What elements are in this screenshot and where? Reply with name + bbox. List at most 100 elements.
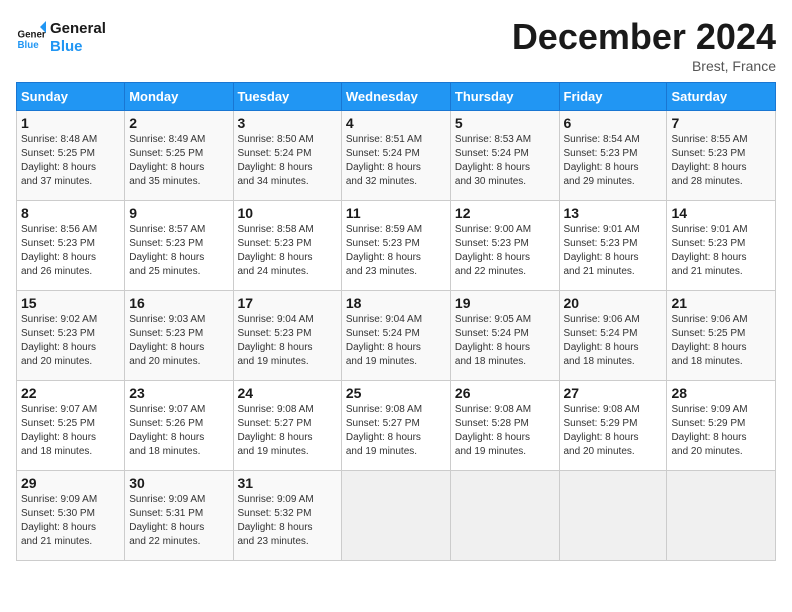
- day-detail: Sunrise: 8:56 AMSunset: 5:23 PMDaylight:…: [21, 223, 120, 279]
- day-cell: 7 Sunrise: 8:55 AMSunset: 5:23 PMDaylight…: [667, 111, 776, 201]
- day-detail: Sunrise: 8:58 AMSunset: 5:23 PMDaylight:…: [238, 223, 337, 279]
- day-detail: Sunrise: 9:08 AMSunset: 5:29 PMDaylight:…: [564, 403, 663, 459]
- day-cell: 9 Sunrise: 8:57 AMSunset: 5:23 PMDaylight…: [125, 201, 233, 291]
- day-cell: 17 Sunrise: 9:04 AMSunset: 5:23 PMDayligh…: [233, 291, 341, 381]
- day-detail: Sunrise: 9:09 AMSunset: 5:31 PMDaylight:…: [129, 493, 228, 549]
- day-cell: 11 Sunrise: 8:59 AMSunset: 5:23 PMDayligh…: [341, 201, 450, 291]
- day-cell: 28 Sunrise: 9:09 AMSunset: 5:29 PMDayligh…: [667, 381, 776, 471]
- day-cell: 24 Sunrise: 9:08 AMSunset: 5:27 PMDayligh…: [233, 381, 341, 471]
- day-cell: [450, 471, 559, 561]
- day-cell: 18 Sunrise: 9:04 AMSunset: 5:24 PMDayligh…: [341, 291, 450, 381]
- day-cell: 25 Sunrise: 9:08 AMSunset: 5:27 PMDayligh…: [341, 381, 450, 471]
- day-cell: [559, 471, 667, 561]
- day-cell: 10Sunrise: 8:58 AMSunset: 5:23 PMDayligh…: [233, 201, 341, 291]
- day-cell: 1Sunrise: 8:48 AMSunset: 5:25 PMDaylight…: [17, 111, 125, 201]
- svg-text:General: General: [18, 30, 47, 41]
- day-cell: 26Sunrise: 9:08 AMSunset: 5:28 PMDayligh…: [450, 381, 559, 471]
- day-number: 3: [238, 115, 337, 131]
- day-detail: Sunrise: 8:59 AMSunset: 5:23 PMDaylight:…: [346, 223, 446, 279]
- logo-icon: General Blue: [16, 21, 46, 51]
- day-cell: 20Sunrise: 9:06 AMSunset: 5:24 PMDayligh…: [559, 291, 667, 381]
- day-number: 11: [346, 205, 446, 221]
- day-detail: Sunrise: 9:07 AMSunset: 5:26 PMDaylight:…: [129, 403, 228, 459]
- day-cell: 2Sunrise: 8:49 AMSunset: 5:25 PMDaylight…: [125, 111, 233, 201]
- day-cell: 13 Sunrise: 9:01 AMSunset: 5:23 PMDayligh…: [559, 201, 667, 291]
- day-detail: Sunrise: 9:00 AMSunset: 5:23 PMDaylight:…: [455, 223, 555, 279]
- day-detail: Sunrise: 8:50 AMSunset: 5:24 PMDaylight:…: [238, 133, 337, 189]
- day-cell: 8 Sunrise: 8:56 AMSunset: 5:23 PMDaylight…: [17, 201, 125, 291]
- day-number: 13: [564, 205, 663, 221]
- week-row-0: 1Sunrise: 8:48 AMSunset: 5:25 PMDaylight…: [17, 111, 776, 201]
- day-detail: Sunrise: 8:48 AMSunset: 5:25 PMDaylight:…: [21, 133, 120, 189]
- day-cell: [341, 471, 450, 561]
- day-number: 19: [455, 295, 555, 311]
- day-cell: 21Sunrise: 9:06 AMSunset: 5:25 PMDayligh…: [667, 291, 776, 381]
- day-number: 30: [129, 475, 228, 491]
- day-detail: Sunrise: 9:04 AMSunset: 5:24 PMDaylight:…: [346, 313, 446, 369]
- day-number: 18: [346, 295, 446, 311]
- day-number: 16: [129, 295, 228, 311]
- week-row-2: 15Sunrise: 9:02 AMSunset: 5:23 PMDayligh…: [17, 291, 776, 381]
- day-number: 17: [238, 295, 337, 311]
- day-detail: Sunrise: 9:08 AMSunset: 5:28 PMDaylight:…: [455, 403, 555, 459]
- day-cell: [667, 471, 776, 561]
- week-row-1: 8 Sunrise: 8:56 AMSunset: 5:23 PMDaylight…: [17, 201, 776, 291]
- days-header-row: SundayMondayTuesdayWednesdayThursdayFrid…: [17, 83, 776, 111]
- day-cell: 27 Sunrise: 9:08 AMSunset: 5:29 PMDayligh…: [559, 381, 667, 471]
- day-number: 5: [455, 115, 555, 131]
- day-number: 28: [671, 385, 771, 401]
- logo-blue: Blue: [50, 38, 106, 56]
- day-number: 21: [671, 295, 771, 311]
- header-friday: Friday: [559, 83, 667, 111]
- svg-text:Blue: Blue: [18, 40, 40, 51]
- day-number: 8: [21, 205, 120, 221]
- location: Brest, France: [512, 58, 776, 74]
- logo: General Blue General Blue: [16, 16, 106, 56]
- day-detail: Sunrise: 9:06 AMSunset: 5:24 PMDaylight:…: [564, 313, 663, 369]
- day-number: 29: [21, 475, 120, 491]
- day-cell: 14 Sunrise: 9:01 AMSunset: 5:23 PMDayligh…: [667, 201, 776, 291]
- page-header: General Blue General Blue December 2024 …: [16, 16, 776, 74]
- day-number: 31: [238, 475, 337, 491]
- header-wednesday: Wednesday: [341, 83, 450, 111]
- day-cell: 31 Sunrise: 9:09 AMSunset: 5:32 PMDayligh…: [233, 471, 341, 561]
- day-cell: 3 Sunrise: 8:50 AMSunset: 5:24 PMDaylight…: [233, 111, 341, 201]
- header-thursday: Thursday: [450, 83, 559, 111]
- title-block: December 2024 Brest, France: [512, 16, 776, 74]
- day-number: 6: [564, 115, 663, 131]
- day-cell: 30 Sunrise: 9:09 AMSunset: 5:31 PMDayligh…: [125, 471, 233, 561]
- day-number: 7: [671, 115, 771, 131]
- day-cell: 5Sunrise: 8:53 AMSunset: 5:24 PMDaylight…: [450, 111, 559, 201]
- day-detail: Sunrise: 9:01 AMSunset: 5:23 PMDaylight:…: [671, 223, 771, 279]
- day-cell: 22Sunrise: 9:07 AMSunset: 5:25 PMDayligh…: [17, 381, 125, 471]
- day-number: 12: [455, 205, 555, 221]
- day-detail: Sunrise: 8:54 AMSunset: 5:23 PMDaylight:…: [564, 133, 663, 189]
- day-cell: 16Sunrise: 9:03 AMSunset: 5:23 PMDayligh…: [125, 291, 233, 381]
- day-cell: 12 Sunrise: 9:00 AMSunset: 5:23 PMDayligh…: [450, 201, 559, 291]
- day-detail: Sunrise: 8:57 AMSunset: 5:23 PMDaylight:…: [129, 223, 228, 279]
- day-cell: 6 Sunrise: 8:54 AMSunset: 5:23 PMDaylight…: [559, 111, 667, 201]
- calendar-table: SundayMondayTuesdayWednesdayThursdayFrid…: [16, 82, 776, 561]
- day-number: 24: [238, 385, 337, 401]
- header-sunday: Sunday: [17, 83, 125, 111]
- day-detail: Sunrise: 9:09 AMSunset: 5:30 PMDaylight:…: [21, 493, 120, 549]
- day-number: 27: [564, 385, 663, 401]
- day-number: 22: [21, 385, 120, 401]
- day-number: 4: [346, 115, 446, 131]
- day-detail: Sunrise: 9:04 AMSunset: 5:23 PMDaylight:…: [238, 313, 337, 369]
- day-number: 23: [129, 385, 228, 401]
- day-cell: 15Sunrise: 9:02 AMSunset: 5:23 PMDayligh…: [17, 291, 125, 381]
- day-number: 14: [671, 205, 771, 221]
- day-number: 25: [346, 385, 446, 401]
- day-detail: Sunrise: 8:49 AMSunset: 5:25 PMDaylight:…: [129, 133, 228, 189]
- day-detail: Sunrise: 9:08 AMSunset: 5:27 PMDaylight:…: [238, 403, 337, 459]
- day-detail: Sunrise: 9:08 AMSunset: 5:27 PMDaylight:…: [346, 403, 446, 459]
- day-cell: 19 Sunrise: 9:05 AMSunset: 5:24 PMDayligh…: [450, 291, 559, 381]
- day-detail: Sunrise: 8:55 AMSunset: 5:23 PMDaylight:…: [671, 133, 771, 189]
- day-number: 9: [129, 205, 228, 221]
- day-detail: Sunrise: 9:05 AMSunset: 5:24 PMDaylight:…: [455, 313, 555, 369]
- day-detail: Sunrise: 9:09 AMSunset: 5:32 PMDaylight:…: [238, 493, 337, 549]
- day-cell: 29 Sunrise: 9:09 AMSunset: 5:30 PMDayligh…: [17, 471, 125, 561]
- day-detail: Sunrise: 9:09 AMSunset: 5:29 PMDaylight:…: [671, 403, 771, 459]
- day-detail: Sunrise: 9:01 AMSunset: 5:23 PMDaylight:…: [564, 223, 663, 279]
